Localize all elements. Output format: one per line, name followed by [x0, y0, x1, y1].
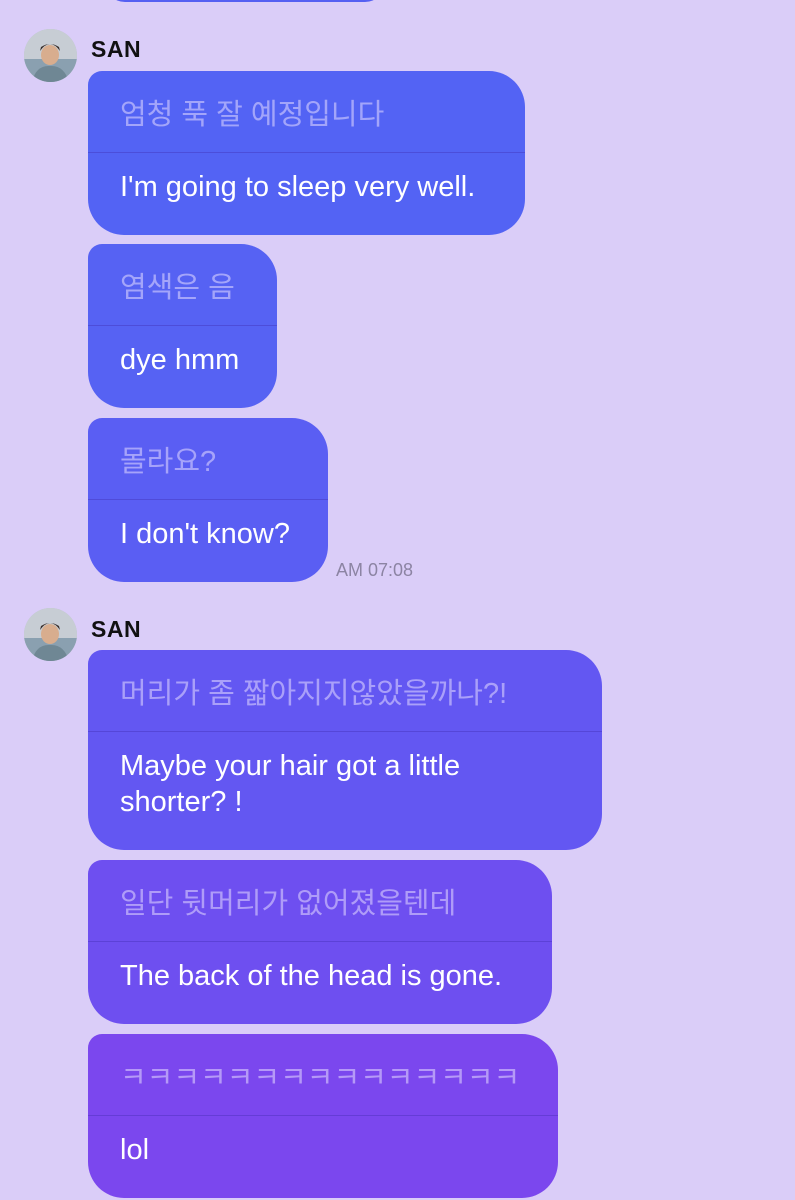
message-bubble[interactable]: 머리가 좀 짧아지지않았을까나?! Maybe your hair got a … [88, 650, 602, 850]
message-bubble[interactable]: 일단 뒷머리가 없어졌을텐데 The back of the head is g… [88, 860, 552, 1024]
original-text: ㅋㅋㅋㅋㅋㅋㅋㅋㅋㅋㅋㅋㅋㅋㅋ [88, 1034, 558, 1116]
original-text: 염색은 음 [88, 244, 277, 326]
avatar-photo-icon [24, 29, 77, 82]
sender-name: SAN [91, 616, 142, 642]
sender-name: SAN [91, 36, 142, 62]
message-timestamp: AM 07:08 [336, 560, 414, 580]
translated-text: lol [120, 1134, 150, 1166]
sender-avatar[interactable] [24, 29, 77, 82]
message-bubble[interactable]: 몰라요? I don't know? [88, 418, 328, 582]
translated-text: I'm going to sleep very well. [120, 171, 476, 203]
original-text: 머리가 좀 짧아지지않았을까나?! [88, 650, 602, 732]
translated-text: Maybe your hair got a little shorter? ! [120, 750, 461, 818]
message-bubble[interactable]: 엄청 푹 잘 예정입니다 I'm going to sleep very wel… [88, 71, 525, 235]
previous-message-bubble[interactable] [105, 0, 385, 2]
translated-text: dye hmm [120, 344, 240, 376]
avatar-photo-icon [24, 608, 77, 661]
original-text: 엄청 푹 잘 예정입니다 [88, 71, 525, 153]
message-bubble[interactable]: ㅋㅋㅋㅋㅋㅋㅋㅋㅋㅋㅋㅋㅋㅋㅋ lol [88, 1034, 558, 1198]
original-text: 일단 뒷머리가 없어졌을텐데 [88, 860, 552, 942]
translated-text: I don't know? [120, 518, 290, 550]
original-text: 몰라요? [88, 418, 328, 500]
message-bubble[interactable]: 염색은 음 dye hmm [88, 244, 277, 408]
chat-screen: SAN 엄청 푹 잘 예정입니다 I'm going to sleep very… [0, 0, 795, 1200]
translated-text: The back of the head is gone. [120, 960, 503, 992]
sender-avatar[interactable] [24, 608, 77, 661]
